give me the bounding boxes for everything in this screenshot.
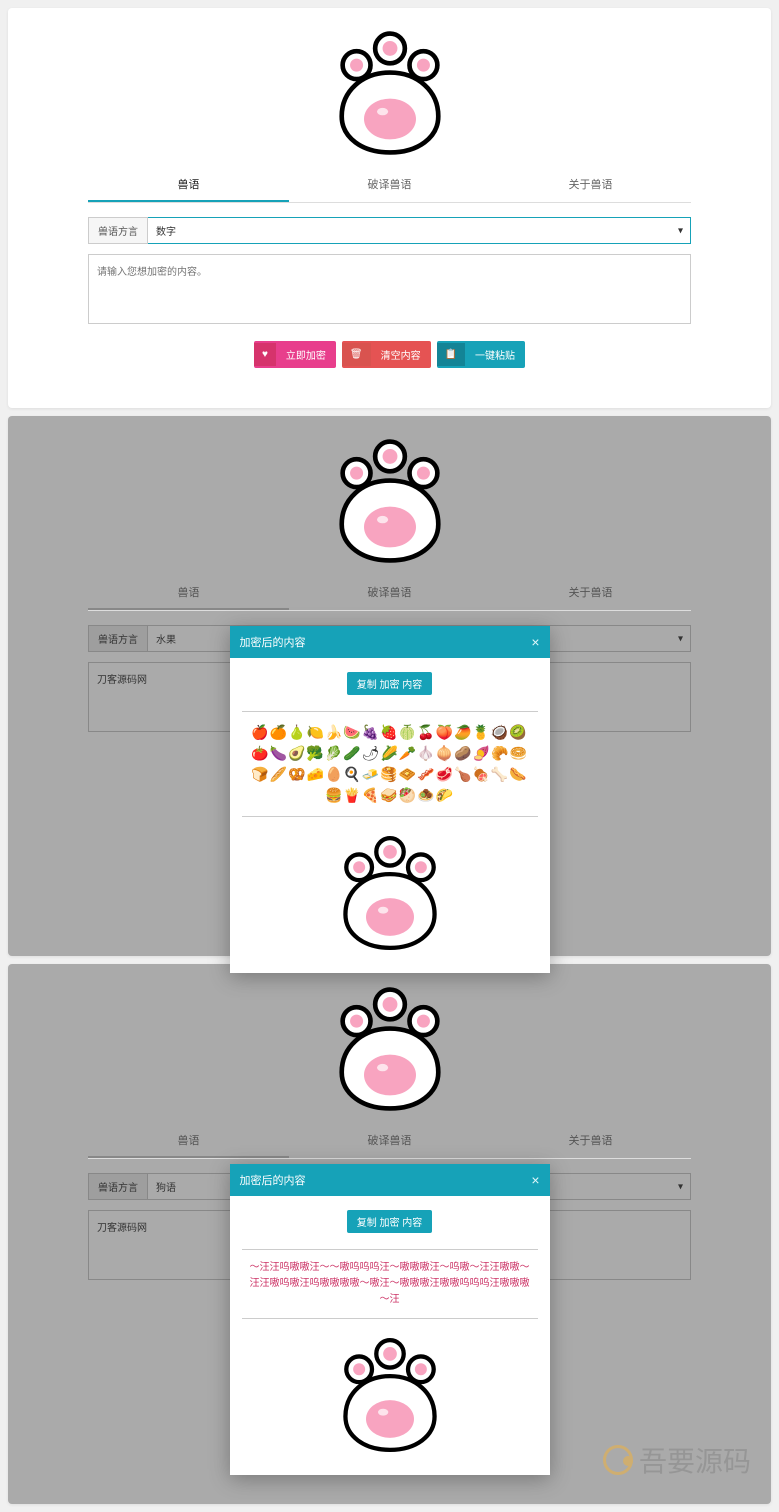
modal-body: 复制 加密 内容 🍎🍊🍐🍋🍌🍉🍇🍓🍈🍒🍑🥭🍍🥥🥝🍅🍆🥑🥦🥬🥒🌶🌽🥕🧄🧅🥔🍠🥐🥯🍞… <box>230 658 550 973</box>
modal-logo <box>242 1335 538 1455</box>
tab-encrypt[interactable]: 兽语 <box>88 168 289 202</box>
tab-bar: 兽语 破译兽语 关于兽语 <box>88 576 691 611</box>
modal-logo <box>242 833 538 953</box>
tab-bar: 兽语 破译兽语 关于兽语 <box>88 168 691 203</box>
app-logo <box>88 28 691 158</box>
content-textarea[interactable] <box>88 254 691 324</box>
tab-label: 兽语 <box>178 587 200 599</box>
panel-1: 兽语 破译兽语 关于兽语 兽语方言 数字 ▾ ♥ 立即加密 🗑 清空内容 📋 一… <box>8 8 771 408</box>
paste-icon: 📋 <box>437 343 465 366</box>
dialect-label: 兽语方言 <box>88 217 148 244</box>
watermark-url: www.w1ym.com <box>603 1480 751 1494</box>
modal-body: 复制 加密 内容 ～汪汪呜嗷嗷汪～～嗷呜呜呜汪～嗷嗷嗷汪～呜嗷～汪汪嗷嗷～汪汪嗷… <box>230 1196 550 1475</box>
modal-title: 加密后的内容 <box>240 1172 306 1188</box>
tab-encrypt[interactable]: 兽语 <box>88 1124 289 1158</box>
modal-header: 加密后的内容 × <box>230 1164 550 1196</box>
tab-about[interactable]: 关于兽语 <box>490 576 691 610</box>
panel-2: 兽语 破译兽语 关于兽语 兽语方言 水果 ▾ 刀客源码网 加密后的内容 × 复制… <box>8 416 771 956</box>
trash-icon: 🗑 <box>342 343 371 366</box>
watermark: 吾要源码 www.w1ym.com <box>603 1440 751 1494</box>
copy-button[interactable]: 复制 加密 内容 <box>347 672 433 695</box>
panel-3: 兽语 破译兽语 关于兽语 兽语方言 狗语 ▾ 刀客源码网 加密后的内容 × 复制… <box>8 964 771 1504</box>
tab-bar: 兽语 破译兽语 关于兽语 <box>88 1124 691 1159</box>
app-logo <box>88 984 691 1114</box>
modal-title: 加密后的内容 <box>240 634 306 650</box>
tab-decrypt[interactable]: 破译兽语 <box>289 168 490 202</box>
watermark-title: 吾要源码 <box>603 1440 751 1480</box>
dialect-row: 兽语方言 数字 ▾ <box>88 217 691 244</box>
clear-button[interactable]: 🗑 清空内容 <box>342 341 431 368</box>
tab-label: 兽语 <box>178 1135 200 1147</box>
tab-decrypt[interactable]: 破译兽语 <box>289 576 490 610</box>
tab-encrypt[interactable]: 兽语 <box>88 576 289 610</box>
result-modal: 加密后的内容 × 复制 加密 内容 🍎🍊🍐🍋🍌🍉🍇🍓🍈🍒🍑🥭🍍🥥🥝🍅🍆🥑🥦🥬🥒🌶… <box>230 626 550 973</box>
tab-label: 兽语 <box>178 179 200 191</box>
button-label: 一键粘贴 <box>465 341 525 368</box>
close-icon[interactable]: × <box>531 635 539 649</box>
tab-label: 破译兽语 <box>368 1135 412 1147</box>
button-label: 清空内容 <box>371 341 431 368</box>
tab-label: 关于兽语 <box>569 1135 613 1147</box>
dialect-select-wrapper: 数字 ▾ <box>148 217 691 244</box>
heart-icon: ♥ <box>254 343 276 366</box>
result-content: ～汪汪呜嗷嗷汪～～嗷呜呜呜汪～嗷嗷嗷汪～呜嗷～汪汪嗷嗷～汪汪嗷呜嗷汪呜嗷嗷嗷嗷～… <box>242 1249 538 1319</box>
watermark-logo-icon <box>603 1445 633 1475</box>
modal-header: 加密后的内容 × <box>230 626 550 658</box>
result-content: 🍎🍊🍐🍋🍌🍉🍇🍓🍈🍒🍑🥭🍍🥥🥝🍅🍆🥑🥦🥬🥒🌶🌽🥕🧄🧅🥔🍠🥐🥯🍞🥖🥨🧀🥚🍳🧈🥞🧇🥓… <box>242 711 538 817</box>
dialect-select[interactable]: 数字 <box>148 217 691 244</box>
tab-label: 关于兽语 <box>569 179 613 191</box>
paste-button[interactable]: 📋 一键粘贴 <box>437 341 525 368</box>
dialect-label: 兽语方言 <box>88 1173 148 1200</box>
tab-label: 破译兽语 <box>368 179 412 191</box>
encrypt-button[interactable]: ♥ 立即加密 <box>254 341 336 368</box>
tab-label: 关于兽语 <box>569 587 613 599</box>
copy-button[interactable]: 复制 加密 内容 <box>347 1210 433 1233</box>
dialect-label: 兽语方言 <box>88 625 148 652</box>
tab-about[interactable]: 关于兽语 <box>490 168 691 202</box>
tab-label: 破译兽语 <box>368 587 412 599</box>
result-modal: 加密后的内容 × 复制 加密 内容 ～汪汪呜嗷嗷汪～～嗷呜呜呜汪～嗷嗷嗷汪～呜嗷… <box>230 1164 550 1475</box>
tab-decrypt[interactable]: 破译兽语 <box>289 1124 490 1158</box>
button-label: 立即加密 <box>276 341 336 368</box>
app-logo <box>88 436 691 566</box>
tab-about[interactable]: 关于兽语 <box>490 1124 691 1158</box>
close-icon[interactable]: × <box>531 1173 539 1187</box>
action-buttons: ♥ 立即加密 🗑 清空内容 📋 一键粘贴 <box>88 341 691 368</box>
